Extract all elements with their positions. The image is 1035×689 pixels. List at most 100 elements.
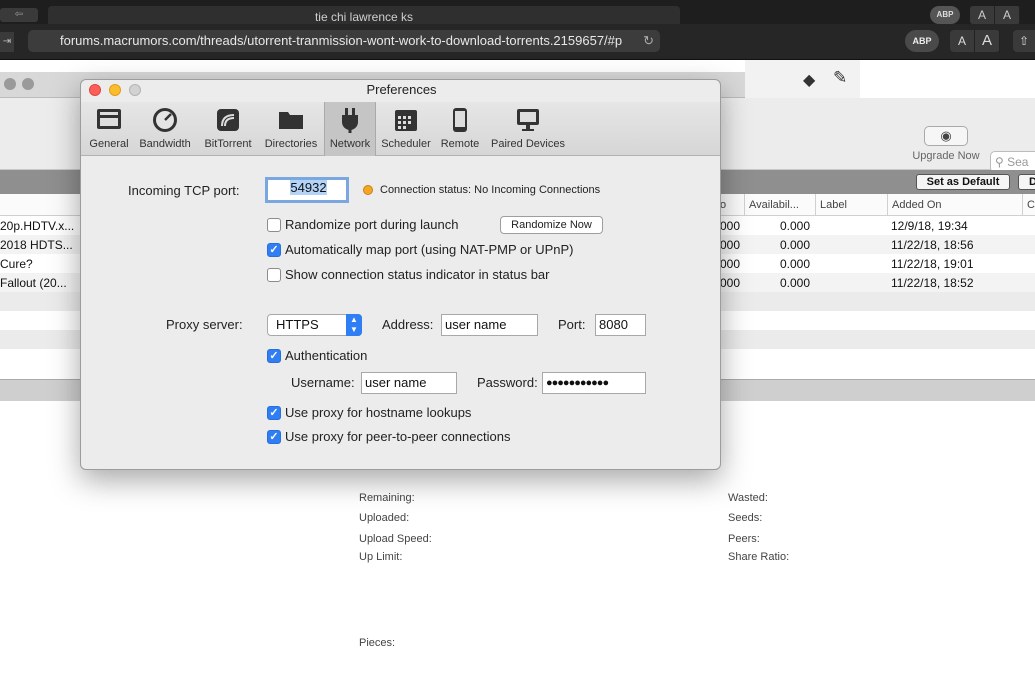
reader-text-size[interactable]: A A [950,30,1000,52]
authentication-label: Authentication [285,348,368,363]
torrent-added-on: 11/22/18, 18:56 [891,238,974,252]
minimize-button[interactable] [22,78,34,90]
browser-tab[interactable]: tie chi lawrence ks [48,6,680,24]
general-icon [94,106,124,134]
folder-icon [276,106,306,134]
tab-general[interactable]: General [86,102,132,156]
tab-bittorrent[interactable]: BitTorrent [199,102,257,156]
torrent-cell: 000 [720,238,741,252]
proxy-port-input[interactable]: 8080 [595,314,646,336]
hostname-lookups-checkbox[interactable]: ✓ [267,406,281,420]
upload-speed-label: Upload Speed: [359,533,432,545]
proxy-address-input[interactable]: user name [441,314,538,336]
network-panel: Incoming TCP port: 54932 Connection stat… [81,156,720,469]
column-header-availability[interactable]: Availabil... [744,194,816,216]
text-size-control[interactable]: A A [970,6,1020,24]
torrent-name: 20p.HDTV.x... [0,219,75,233]
tab-label: BitTorrent [204,138,252,150]
wasted-label: Wasted: [728,492,768,504]
authentication-checkbox[interactable]: ✓ [267,349,281,363]
tab-label: Remote [440,138,480,150]
connection-status-icon [363,185,373,195]
url-text: forums.macrumors.com/threads/utorrent-tr… [60,33,623,48]
text-smaller-button[interactable]: A [970,6,995,24]
auto-map-label: Automatically map port (using NAT-PMP or… [285,242,574,257]
upgrade-label: Upgrade Now [912,150,980,162]
tab-label: General [89,138,129,150]
adblock-button[interactable]: ABP [905,30,939,52]
tab-bandwidth[interactable]: Bandwidth [134,102,196,156]
dialog-title: Preferences [366,82,437,97]
seeds-label: Seeds: [728,512,763,524]
text-larger-button[interactable]: A [995,6,1020,24]
text-smaller-button[interactable]: A [950,30,975,52]
url-field[interactable]: forums.macrumors.com/threads/utorrent-tr… [28,30,660,52]
hostname-lookups-label: Use proxy for hostname lookups [285,405,472,420]
tab-remote[interactable]: Remote [437,102,483,156]
torrent-added-on: 11/22/18, 18:52 [891,276,974,290]
sidebar-toggle-button[interactable]: ⇥ [0,32,14,52]
preferences-toolbar: General Bandwidth BitTorrent Directories… [81,102,720,156]
preferences-dialog: Preferences General Bandwidth BitTorrent… [80,79,721,470]
browser-address-bar: ⇥ forums.macrumors.com/threads/utorrent-… [0,24,1035,60]
share-icon[interactable]: ⇧ [1013,30,1035,52]
column-header-added-on[interactable]: Added On [887,194,1022,216]
torrent-added-on: 12/9/18, 19:34 [891,219,968,233]
torrent-added-on: 11/22/18, 19:01 [891,257,974,271]
randomize-launch-label: Randomize port during launch [285,217,459,232]
p2p-proxy-checkbox[interactable]: ✓ [267,430,281,444]
reload-icon[interactable]: ↻ [643,30,654,52]
upgrade-button[interactable]: ◉ Upgrade Now [906,126,986,162]
back-tab-button[interactable]: ⇦ [0,8,38,22]
password-label: Password: [477,375,538,390]
proxy-server-label: Proxy server: [166,317,243,332]
proxy-type-value: HTTPS [276,317,319,332]
tab-network[interactable]: Network [324,102,376,156]
auto-map-checkbox[interactable]: ✓ [267,243,281,257]
torrent-cell: 000 [720,257,741,271]
username-label: Username: [291,375,355,390]
torrent-availability: 0.000 [780,257,811,271]
p2p-proxy-label: Use proxy for peer-to-peer connections [285,429,511,444]
calendar-icon [391,106,421,134]
randomize-now-button[interactable]: Randomize Now [500,216,603,234]
tab-label: Network [329,138,371,150]
tab-paired-devices[interactable]: Paired Devices [486,102,570,156]
torrent-availability: 0.000 [780,219,811,233]
tab-directories[interactable]: Directories [260,102,322,156]
tab-title: tie chi lawrence ks [314,10,414,24]
plug-icon [335,106,365,134]
extra-button[interactable]: D [1018,174,1035,190]
set-default-button[interactable]: Set as Default [916,174,1010,190]
torrent-availability: 0.000 [780,238,811,252]
tab-scheduler[interactable]: Scheduler [378,102,434,156]
adblock-icon[interactable]: ABP [930,6,960,24]
tab-label: Paired Devices [491,138,565,150]
peers-label: Peers: [728,533,760,545]
up-limit-label: Up Limit: [359,551,403,563]
share-ratio-label: Share Ratio: [728,551,790,563]
phone-icon [445,106,475,134]
incoming-port-value: 54932 [290,180,327,195]
torrent-cell: 000 [720,276,741,290]
username-input[interactable]: user name [361,372,457,394]
chevron-updown-icon: ▲ ▼ [346,314,362,336]
eye-icon: ◉ [924,126,968,146]
close-button[interactable] [4,78,16,90]
tab-label: Directories [264,138,318,150]
monitor-icon [513,106,543,134]
connection-status-text: Connection status: No Incoming Connectio… [380,184,601,196]
randomize-launch-checkbox[interactable] [267,218,281,232]
tab-label: Scheduler [381,138,431,150]
password-input[interactable]: ●●●●●●●●●●● [542,372,646,394]
torrent-cell: 000 [720,219,741,233]
incoming-port-input[interactable]: 54932 [265,177,349,203]
column-header-more[interactable]: C [1022,194,1035,216]
remaining-label: Remaining: [359,492,415,504]
show-status-checkbox[interactable] [267,268,281,282]
column-header-label[interactable]: Label [815,194,887,216]
proxy-type-select[interactable]: HTTPS ▲ ▼ [267,314,362,336]
incoming-port-label: Incoming TCP port: [128,183,240,198]
text-larger-button[interactable]: A [975,30,1000,52]
browser-tab-bar: ⇦ tie chi lawrence ks ABP A A [0,0,1035,24]
